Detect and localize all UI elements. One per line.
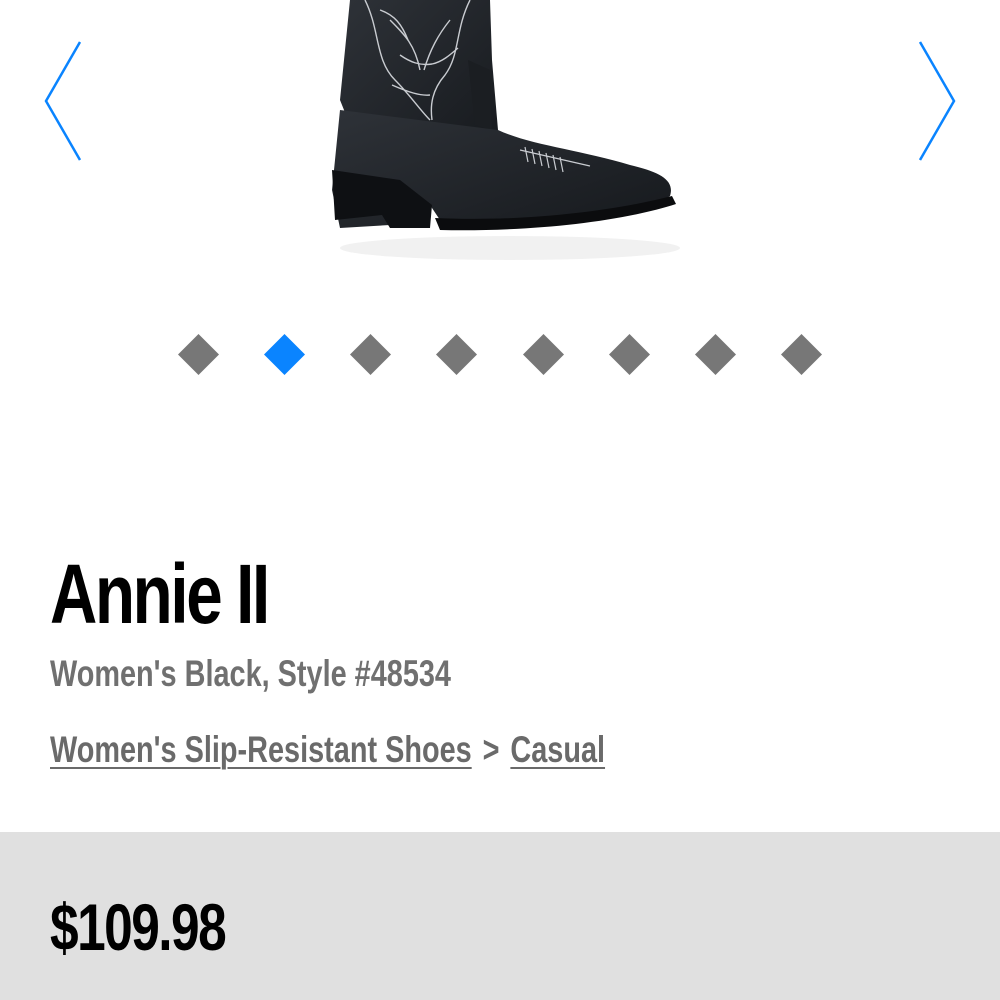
carousel-dot-6[interactable] — [608, 333, 651, 376]
carousel-dot-4[interactable] — [435, 333, 478, 376]
carousel-pagination — [0, 333, 1000, 376]
product-image — [332, 0, 680, 260]
carousel-dot-1[interactable] — [177, 333, 220, 376]
carousel-dot-5[interactable] — [522, 333, 565, 376]
breadcrumb-link-category[interactable]: Women's Slip-Resistant Shoes — [50, 729, 472, 770]
product-price: $109.98 — [50, 890, 227, 964]
breadcrumb-separator: > — [482, 729, 500, 770]
carousel-dot-3[interactable] — [349, 333, 392, 376]
next-image-button[interactable] — [912, 36, 962, 166]
breadcrumb-link-subcategory[interactable]: Casual — [510, 729, 605, 770]
carousel-dot-7[interactable] — [694, 333, 737, 376]
carousel-dot-8[interactable] — [780, 333, 823, 376]
previous-image-button[interactable] — [36, 36, 86, 166]
chevron-right-icon — [918, 41, 956, 161]
product-page: Annie II Women's Black, Style #48534 Wom… — [0, 0, 1000, 1000]
carousel-dot-2[interactable] — [263, 333, 306, 376]
chevron-left-icon — [44, 41, 82, 161]
product-title: Annie II — [50, 547, 270, 641]
breadcrumb: Women's Slip-Resistant Shoes > Casual — [50, 729, 605, 771]
price-section: $109.98 — [0, 832, 1000, 1000]
product-subtitle: Women's Black, Style #48534 — [50, 653, 451, 694]
product-gallery — [0, 0, 1000, 280]
